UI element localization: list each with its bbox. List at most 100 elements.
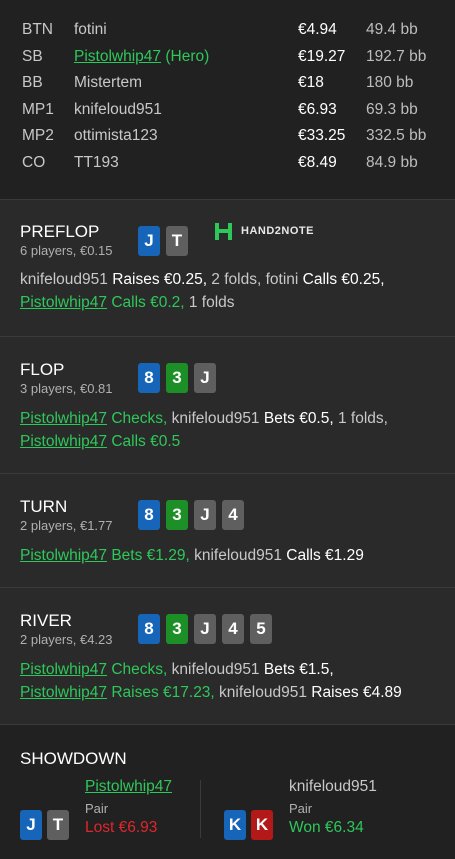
player-row: CO TT193 €8.49 84.9 bb (0, 154, 455, 181)
street-players-pot: 2 players, €4.23 (20, 632, 113, 647)
hero-link[interactable]: Pistolwhip47 (20, 433, 107, 450)
card: 3 (166, 363, 188, 393)
board-cards: 83J45 (138, 614, 272, 644)
card: 8 (138, 500, 160, 530)
showdown-divider (200, 780, 201, 838)
action-text: fotini (265, 271, 303, 288)
player-name: fotini (74, 21, 107, 38)
action-line: Pistolwhip47 Bets €1.29, knifeloud951 Ca… (20, 544, 441, 567)
card: K (224, 810, 246, 840)
card: J (194, 500, 216, 530)
hero-link[interactable]: Pistolwhip47 (20, 294, 107, 311)
card: J (194, 614, 216, 644)
player-stack: €19.27 (298, 47, 346, 65)
player-stack-bb: 69.3 bb (366, 100, 418, 118)
action-text: Bets €0.5, (263, 410, 334, 427)
player-name: Mistertem (74, 74, 143, 91)
action-text: 1 folds (184, 294, 235, 311)
street-players-pot: 3 players, €0.81 (20, 381, 113, 396)
player-stack: €33.25 (298, 127, 346, 144)
street-title: PREFLOP (20, 222, 100, 241)
street-actions: Pistolwhip47 Checks, knifeloud951 Bets €… (20, 407, 441, 453)
action-line: Pistolwhip47 Calls €0.5 (20, 430, 441, 453)
streets-container: PREFLOP 6 players, €0.15 J T HAND2NOTE knifel… (0, 200, 455, 725)
player-position: MP2 (22, 127, 54, 144)
card: 8 (138, 363, 160, 393)
action-text: Checks, (107, 661, 168, 678)
showdown-section: SHOWDOWN J T Pistolwhip47 Pair Lost €6.93 K Kk… (0, 725, 455, 859)
hand2note-logo-icon (215, 223, 232, 240)
card: 8 (138, 614, 160, 644)
player-stack-bb: 180 bb (366, 74, 414, 91)
action-text: knifeloud951 (167, 661, 264, 678)
street-section-flop: FLOP 3 players, €0.81 8 3 J Pistolwhip47 Chec… (0, 337, 455, 474)
action-text: knifeloud951 (189, 547, 287, 564)
card: J (194, 363, 216, 393)
street-actions: knifeloud951 Raises €0.25, 2 folds, foti… (20, 268, 441, 314)
action-line: Pistolwhip47 Calls €0.2, 1 folds (20, 291, 441, 314)
showdown-hand: K Kknifeloud951 Pair Won €6.34 (224, 778, 404, 848)
player-name[interactable]: Pistolwhip47 (Hero) (74, 48, 209, 66)
player-stack-bb: 192.7 bb (366, 47, 427, 65)
player-position: BB (22, 74, 43, 91)
board-cards: JT (138, 226, 188, 256)
hole-cards: KK (224, 810, 273, 840)
player-name: knifeloud951 (74, 100, 162, 118)
street-section-river: RIVER 2 players, €4.23 8 3 J 4 5 Pistolwhip47 C… (0, 588, 455, 725)
player-position: CO (22, 153, 46, 171)
player-row: SB Pistolwhip47 (Hero) €19.27 192.7 bb (0, 48, 455, 75)
board-cards: 83J (138, 363, 216, 393)
street-title: RIVER (20, 611, 72, 630)
hero-link[interactable]: Pistolwhip47 (20, 547, 107, 564)
action-text: Bets €1.5, (263, 661, 334, 678)
action-text: Raises €17.23, (107, 684, 215, 701)
showdown-hand-rank: Pair (85, 801, 109, 816)
player-row: MP1 knifeloud951 €6.93 69.3 bb (0, 101, 455, 128)
card: J (20, 810, 42, 840)
card: 4 (222, 614, 244, 644)
action-text: Raises €4.89 (311, 684, 402, 701)
hero-name-link[interactable]: Pistolwhip47 (74, 48, 161, 65)
hero-label: (Hero) (161, 47, 210, 65)
hand2note-logo: HAND2NOTE (213, 220, 314, 242)
action-text: Raises €0.25, (112, 271, 207, 288)
action-text: knifeloud951 (167, 410, 264, 427)
action-text: Calls €0.2, (107, 294, 185, 311)
action-line: Pistolwhip47 Checks, knifeloud951 Bets €… (20, 658, 441, 681)
street-actions: Pistolwhip47 Checks, knifeloud951 Bets €… (20, 658, 441, 704)
showdown-player-name[interactable]: Pistolwhip47 (85, 778, 172, 796)
action-text: Calls €0.25, (302, 271, 385, 288)
card: J (138, 226, 160, 256)
player-stack-bb: 84.9 bb (366, 153, 418, 171)
hero-link[interactable]: Pistolwhip47 (20, 410, 107, 427)
card: 3 (166, 614, 188, 644)
player-stack-bb: 332.5 bb (366, 127, 427, 144)
player-position: BTN (22, 21, 53, 38)
action-text: knifeloud951 (214, 684, 312, 701)
action-text: Checks, (107, 410, 168, 427)
street-players-pot: 6 players, €0.15 (20, 243, 113, 258)
player-stack: €18 (298, 74, 324, 91)
hero-link[interactable]: Pistolwhip47 (20, 684, 107, 701)
player-stack: €4.94 (298, 21, 337, 38)
action-text: knifeloud951 (20, 271, 113, 288)
action-text: 1 folds, (333, 410, 388, 427)
street-section-turn: TURN 2 players, €1.77 8 3 J 4 Pistolwhip47 Bet… (0, 474, 455, 588)
player-stack: €8.49 (298, 153, 337, 171)
hero-link[interactable]: Pistolwhip47 (20, 661, 107, 678)
street-section-preflop: PREFLOP 6 players, €0.15 J T HAND2NOTE knifel… (0, 200, 455, 337)
action-text: Calls €1.29 (286, 547, 364, 564)
action-text: 2 folds, (207, 271, 266, 288)
player-name: TT193 (74, 153, 119, 171)
board-cards: 83J4 (138, 500, 244, 530)
player-position: SB (22, 47, 43, 65)
hole-cards: JT (20, 810, 69, 840)
action-line: Pistolwhip47 Raises €17.23, knifeloud951… (20, 681, 441, 704)
action-line: knifeloud951 Raises €0.25, 2 folds, foti… (20, 268, 441, 291)
hand2note-logo-text: HAND2NOTE (241, 225, 314, 237)
showdown-player-name: knifeloud951 (289, 778, 377, 795)
player-row: BTN fotini €4.94 49.4 bb (0, 21, 455, 48)
action-line: Pistolwhip47 Checks, knifeloud951 Bets €… (20, 407, 441, 430)
card: K (251, 810, 273, 840)
showdown-result: Won €6.34 (289, 819, 364, 836)
